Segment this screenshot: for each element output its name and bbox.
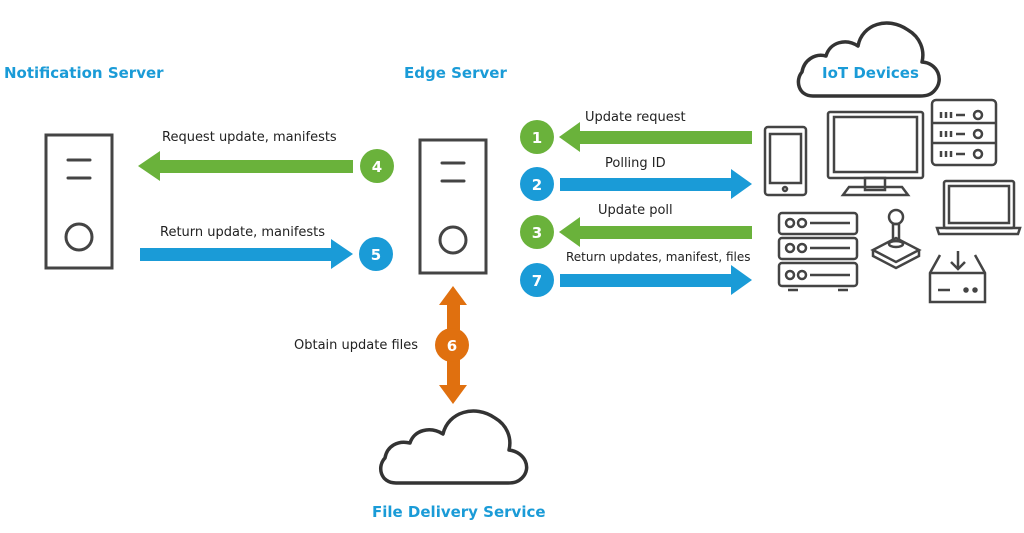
file-delivery-cloud-icon [379, 409, 529, 485]
step-5-arrow [140, 239, 353, 269]
step-2-arrow [560, 169, 752, 199]
edge-server-icon [418, 138, 488, 275]
step-1-arrow [559, 122, 752, 152]
step-2-badge: 2 [520, 167, 554, 201]
step-7-badge: 7 [520, 263, 554, 297]
laptop-icon [935, 179, 1022, 236]
step-7-arrow [560, 265, 752, 295]
step-3-arrow [559, 217, 752, 247]
step-3-number: 3 [532, 224, 542, 242]
step-1-badge: 1 [520, 120, 554, 154]
step-4-number: 4 [372, 158, 382, 176]
step-2-number: 2 [532, 176, 542, 194]
step-5-badge: 5 [359, 237, 393, 271]
step-7-number: 7 [532, 272, 542, 290]
iot-cloud-icon [796, 21, 941, 98]
step-6-number: 6 [447, 337, 457, 355]
rack-server-icon [930, 98, 998, 167]
monitor-icon [826, 110, 925, 197]
diagram-canvas: 4 5 1 2 3 7 6 [44, 21, 1022, 485]
joystick-icon [870, 208, 922, 270]
step-6-badge: 6 [435, 328, 469, 362]
notification-server-icon [44, 133, 114, 270]
phone-icon [763, 125, 808, 197]
server-stack-icon [777, 211, 859, 292]
step-5-number: 5 [371, 246, 381, 264]
step-1-number: 1 [532, 129, 542, 147]
download-drive-icon [928, 251, 987, 304]
step-4-badge: 4 [360, 149, 394, 183]
step-4-arrow [138, 151, 353, 181]
step-3-badge: 3 [520, 215, 554, 249]
